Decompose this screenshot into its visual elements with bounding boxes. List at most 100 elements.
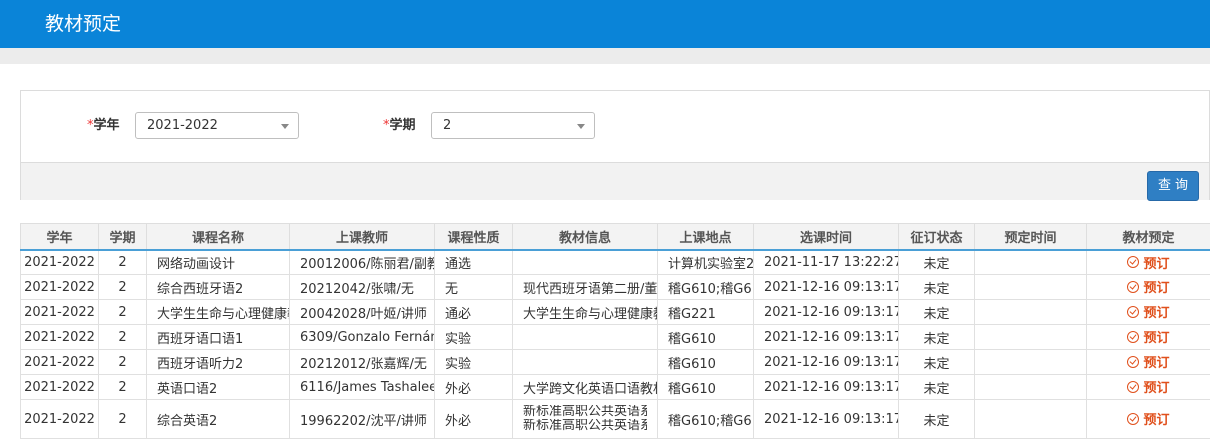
cell-teacher: 20012006/陈丽君/副教授: [289, 249, 435, 275]
table-row: 2021-20222英语口语26116/James Tashalee Lee外必…: [20, 374, 1210, 400]
cell-term: 2: [98, 349, 147, 375]
table-row: 2021-2022 2 综合英语2 19962202/沈平/讲师 外必 新标准高职公共英语…: [20, 399, 1210, 439]
header-divider-band: [0, 48, 1210, 64]
cell-reserve-time: [974, 349, 1087, 375]
cell-type: 通必: [434, 299, 513, 325]
cell-place: 稽G610;稽G61: [657, 399, 754, 439]
cell-year: 2021-2022: [20, 274, 99, 300]
cell-term: 2: [98, 274, 147, 300]
cell-status: 未定: [898, 274, 975, 300]
cell-reserve-time: [974, 324, 1087, 350]
query-button[interactable]: 查询: [1147, 171, 1199, 201]
cell-time: 2021-12-16 09:13:17: [753, 324, 899, 350]
cell-type: 通选: [434, 249, 513, 275]
term-label: *学期: [383, 118, 416, 133]
col-header-teacher: 上课教师: [289, 223, 435, 251]
cell-teacher: 19962202/沈平/讲师: [289, 399, 435, 439]
col-header-reserve: 教材预定: [1086, 223, 1210, 251]
check-circle-icon: [1127, 330, 1140, 343]
cell-book: [512, 249, 658, 275]
reserve-link[interactable]: 预订: [1127, 277, 1170, 297]
table-row: 2021-20222大学生生命与心理健康教育20042028/叶姬/讲师通必大学…: [20, 299, 1210, 325]
cell-course: 网络动画设计: [146, 249, 290, 275]
table-row: 2021-20222网络动画设计20012006/陈丽君/副教授通选 计算机实验室…: [20, 249, 1210, 275]
reserve-label: 预订: [1143, 381, 1170, 397]
cell-type: 外必: [434, 399, 513, 439]
check-circle-icon: [1127, 380, 1140, 393]
cell-year: 2021-2022: [20, 324, 99, 350]
cell-course: 西班牙语口语1: [146, 324, 290, 350]
cell-book: [512, 349, 658, 375]
cell-teacher: 20212042/张啸/无: [289, 274, 435, 300]
cell-status: 未定: [898, 374, 975, 400]
cell-status: 未定: [898, 399, 975, 439]
cell-reserve: 预订: [1086, 399, 1210, 439]
cell-course: 大学生生命与心理健康教育: [146, 299, 290, 325]
cell-time: 2021-12-16 09:13:17: [753, 349, 899, 375]
cell-time: 2021-12-16 09:13:17: [753, 299, 899, 325]
reserve-link[interactable]: 预订: [1127, 409, 1170, 428]
filter-panel: *学年 2021-2022 *学期 2 查询: [20, 90, 1210, 201]
cell-course: 综合西班牙语2: [146, 274, 290, 300]
cell-term: 2: [98, 374, 147, 400]
year-select[interactable]: 2021-2022: [135, 112, 299, 139]
col-header-reserve-time: 预定时间: [974, 223, 1087, 251]
cell-term: 2: [98, 399, 147, 439]
cell-status: 未定: [898, 249, 975, 275]
cell-reserve: 预订: [1086, 374, 1210, 400]
dropdown-arrow-icon: [281, 124, 289, 129]
cell-book-line: 新标准高职公共英语系列: [523, 419, 647, 433]
cell-teacher: 6309/Gonzalo Fernández: [289, 324, 435, 350]
action-row: 查询: [21, 163, 1209, 201]
year-label: *学年: [87, 118, 120, 133]
cell-time: 2021-11-17 13:22:27: [753, 249, 899, 275]
cell-year: 2021-2022: [20, 399, 99, 439]
col-header-year: 学年: [20, 223, 99, 251]
cell-book: 新标准高职公共英语系列新标准高职公共英语系列: [512, 399, 658, 439]
cell-time: 2021-12-16 09:13:17: [753, 399, 899, 439]
cell-reserve: 预订: [1086, 299, 1210, 325]
reserve-label: 预订: [1143, 281, 1170, 297]
cell-year: 2021-2022: [20, 299, 99, 325]
cell-reserve-time: [974, 374, 1087, 400]
cell-reserve-time: [974, 299, 1087, 325]
cell-year: 2021-2022: [20, 249, 99, 275]
cell-book: 大学生生命与心理健康教: [512, 299, 658, 325]
cell-place: 稽G610: [657, 324, 754, 350]
col-header-book: 教材信息: [512, 223, 658, 251]
cell-course: 英语口语2: [146, 374, 290, 400]
reserve-label: 预订: [1143, 306, 1170, 322]
reserve-label: 预订: [1143, 356, 1170, 372]
cell-reserve-time: [974, 274, 1087, 300]
reserve-link[interactable]: 预订: [1127, 352, 1170, 372]
cell-type: 外必: [434, 374, 513, 400]
table-header: 学年 学期 课程名称 上课教师 课程性质 教材信息 上课地点 选课时间 征订状态…: [20, 223, 1210, 251]
reserve-link[interactable]: 预订: [1127, 377, 1170, 397]
col-header-term: 学期: [98, 223, 147, 251]
cell-teacher: 20042028/叶姬/讲师: [289, 299, 435, 325]
cell-course: 综合英语2: [146, 399, 290, 439]
col-header-course: 课程名称: [146, 223, 290, 251]
reserve-link[interactable]: 预订: [1127, 253, 1170, 272]
cell-type: 实验: [434, 349, 513, 375]
reserve-link[interactable]: 预订: [1127, 302, 1170, 322]
cell-term: 2: [98, 249, 147, 275]
cell-type: 无: [434, 274, 513, 300]
reserve-label: 预订: [1143, 331, 1170, 347]
check-circle-icon: [1127, 280, 1140, 293]
col-header-place: 上课地点: [657, 223, 754, 251]
top-bar: 教材预定: [0, 0, 1210, 48]
reserve-label: 预订: [1143, 256, 1170, 272]
cell-course: 西班牙语听力2: [146, 349, 290, 375]
reserve-link[interactable]: 预订: [1127, 327, 1170, 347]
col-header-status: 征订状态: [898, 223, 975, 251]
cell-year: 2021-2022: [20, 349, 99, 375]
term-select[interactable]: 2: [431, 112, 595, 139]
cell-year: 2021-2022: [20, 374, 99, 400]
cell-reserve: 预订: [1086, 324, 1210, 350]
table-body: 2021-20222网络动画设计20012006/陈丽君/副教授通选计算机实验室…: [20, 249, 1210, 439]
cell-term: 2: [98, 324, 147, 350]
check-circle-icon: [1127, 355, 1140, 368]
cell-book-line: 新标准高职公共英语系列: [523, 405, 647, 419]
check-circle-icon: [1127, 412, 1140, 425]
